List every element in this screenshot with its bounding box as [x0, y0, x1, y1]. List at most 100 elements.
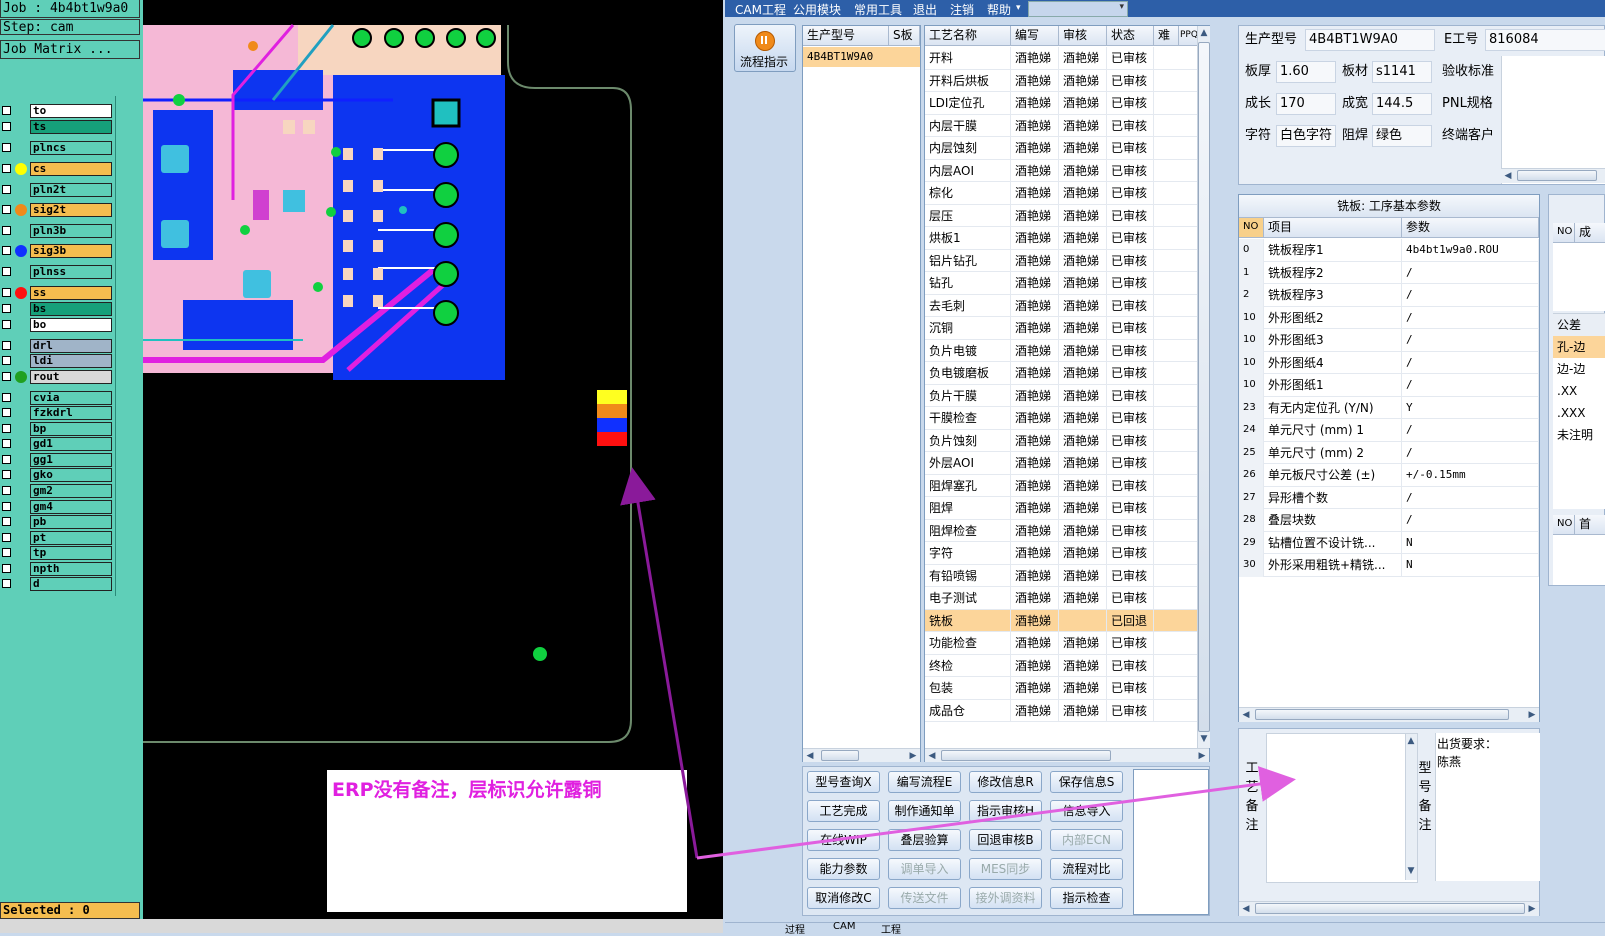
action-button[interactable]: 能力参数 [807, 858, 880, 880]
menu-cam[interactable]: CAM工程 [735, 1, 786, 18]
layer-row[interactable]: drl [0, 339, 114, 353]
layer-row[interactable]: ss [0, 286, 114, 300]
process-row[interactable]: 功能检查 酒艳娣 酒艳娣 已审核 [925, 632, 1197, 655]
layer-name[interactable]: gko [30, 468, 112, 482]
tol-col-c[interactable]: 成 [1575, 223, 1605, 243]
param-row[interactable]: 25 单元尺寸 (mm) 2/ [1239, 441, 1539, 464]
process-row[interactable]: 烘板1 酒艳娣 酒艳娣 已审核 [925, 227, 1197, 250]
process-row[interactable]: 负片干膜 酒艳娣 酒艳娣 已审核 [925, 384, 1197, 407]
param-row[interactable]: 10 外形图纸2/ [1239, 306, 1539, 329]
tab-engineering[interactable]: 工程 [881, 921, 901, 936]
col-header-writer[interactable]: 编写 [1011, 26, 1059, 46]
layer-checkbox[interactable] [2, 372, 11, 381]
process-row[interactable]: 铣板 酒艳娣 已回退 [925, 609, 1197, 632]
layer-name[interactable]: npth [30, 562, 112, 576]
tab-process[interactable]: 过程 [785, 921, 805, 936]
param-row[interactable]: 23 有无内定位孔 (Y/N) Y [1239, 396, 1539, 419]
process-row[interactable]: 内层AOI 酒艳娣 酒艳娣 已审核 [925, 159, 1197, 182]
layer-checkbox[interactable] [2, 185, 11, 194]
char-field[interactable]: 白色字符 [1276, 125, 1336, 147]
layer-row[interactable]: bp [0, 422, 114, 436]
process-row[interactable]: 开料 酒艳娣 酒艳娣 已审核 [925, 47, 1197, 70]
layer-checkbox[interactable] [2, 226, 11, 235]
layer-name[interactable]: to [30, 104, 112, 118]
action-button[interactable]: 内部ECN [1050, 829, 1123, 851]
process-row[interactable]: 干膜检查 酒艳娣 酒艳娣 已审核 [925, 407, 1197, 430]
mask-field[interactable]: 绿色 [1372, 125, 1432, 147]
layer-name[interactable]: pln2t [30, 183, 112, 197]
layer-checkbox[interactable] [2, 320, 11, 329]
craft-remark-input[interactable]: ▲ ▼ [1266, 733, 1418, 883]
action-button[interactable]: 调单导入 [888, 858, 961, 880]
layer-row[interactable]: pln3b [0, 224, 114, 238]
layer-list-scrollbar[interactable] [115, 96, 142, 596]
layer-checkbox[interactable] [2, 106, 11, 115]
action-button[interactable]: 型号查询X [807, 771, 880, 793]
layer-row[interactable]: gm4 [0, 500, 114, 514]
material-field[interactable]: s1141 [1372, 61, 1432, 83]
action-button[interactable]: 指示审核H [969, 800, 1042, 822]
layer-name[interactable]: sig2t [30, 203, 112, 217]
layer-name[interactable]: ss [30, 286, 112, 300]
layer-name[interactable]: pb [30, 515, 112, 529]
model-row[interactable]: 4B4BT1W9A0 [803, 47, 920, 67]
tol-bottom-col-f[interactable]: 首 [1575, 515, 1605, 535]
param-row[interactable]: 0 铣板程序1 4b4bt1w9a0.ROU [1239, 239, 1539, 262]
layer-row[interactable]: bs [0, 302, 114, 316]
process-row[interactable]: 有铅喷锡 酒艳娣 酒艳娣 已审核 [925, 564, 1197, 587]
param-row[interactable]: 2 铣板程序3/ [1239, 284, 1539, 307]
layer-checkbox[interactable] [2, 304, 11, 313]
layer-row[interactable]: pb [0, 515, 114, 529]
process-row[interactable]: 外层AOI 酒艳娣 酒艳娣 已审核 [925, 452, 1197, 475]
layer-name[interactable]: pt [30, 531, 112, 545]
layer-row[interactable]: pln2t [0, 183, 114, 197]
layer-checkbox[interactable] [2, 356, 11, 365]
e-no-field[interactable]: 816084 [1485, 29, 1605, 51]
layer-checkbox[interactable] [2, 470, 11, 479]
param-row[interactable]: 1 铣板程序2/ [1239, 261, 1539, 284]
param-row[interactable]: 10 外形图纸1/ [1239, 374, 1539, 397]
action-button[interactable]: 在线WIP [807, 829, 880, 851]
menu-common[interactable]: 公用模块 [793, 1, 841, 18]
layer-name[interactable]: sig3b [30, 244, 112, 258]
action-button[interactable]: MES同步 [969, 858, 1042, 880]
tab-cam[interactable]: CAM [833, 921, 855, 932]
process-row[interactable]: 成品仓 酒艳娣 酒艳娣 已审核 [925, 699, 1197, 722]
layer-checkbox[interactable] [2, 579, 11, 588]
action-button[interactable]: 制作通知单 [888, 800, 961, 822]
process-row[interactable]: 负片蚀刻 酒艳娣 酒艳娣 已审核 [925, 429, 1197, 452]
process-table-hscroll[interactable]: ◀ ▶ [925, 748, 1209, 762]
layer-checkbox[interactable] [2, 424, 11, 433]
process-row[interactable]: 棕化 酒艳娣 酒艳娣 已审核 [925, 182, 1197, 205]
layer-name[interactable]: gm2 [30, 484, 112, 498]
menu-logout[interactable]: 注销 [950, 1, 974, 18]
layer-row[interactable]: fzkdrl [0, 406, 114, 420]
layer-name[interactable]: gg1 [30, 453, 112, 467]
thickness-field[interactable]: 1.60 [1276, 61, 1336, 83]
param-col-item[interactable]: 项目 [1264, 218, 1402, 238]
layer-row[interactable]: npth [0, 562, 114, 576]
model-table-hscroll[interactable]: ◀ ▶ [803, 748, 920, 762]
param-row[interactable]: 28 叠层块数 / [1239, 509, 1539, 532]
layer-row[interactable]: cvia [0, 391, 114, 405]
layer-name[interactable]: bo [30, 318, 112, 332]
process-row[interactable]: 阻焊检查 酒艳娣 酒艳娣 已审核 [925, 519, 1197, 542]
col-header-process[interactable]: 工艺名称 [925, 26, 1011, 46]
action-button[interactable]: 回退审核B [969, 829, 1042, 851]
finish-field[interactable]: 144.5 [1372, 93, 1432, 115]
layer-checkbox[interactable] [2, 267, 11, 276]
layer-name[interactable]: cvia [30, 391, 112, 405]
flow-indicator-button[interactable]: 流程指示 [734, 24, 796, 72]
action-button[interactable]: 流程对比 [1050, 858, 1123, 880]
layer-row[interactable]: ts [0, 120, 114, 134]
tolerance-item[interactable]: .XXX [1553, 402, 1605, 424]
layer-row[interactable]: sig3b [0, 244, 114, 258]
layer-row[interactable]: pt [0, 531, 114, 545]
action-button[interactable]: 指示检查 [1050, 887, 1123, 909]
layer-name[interactable]: fzkdrl [30, 406, 112, 420]
tolerance-item[interactable]: 边-边 [1553, 358, 1605, 380]
layer-checkbox[interactable] [2, 533, 11, 542]
layer-checkbox[interactable] [2, 564, 11, 573]
menu-help[interactable]: 帮助 [987, 1, 1011, 18]
process-table-vscroll[interactable]: ▲ ▼ [1197, 26, 1210, 748]
